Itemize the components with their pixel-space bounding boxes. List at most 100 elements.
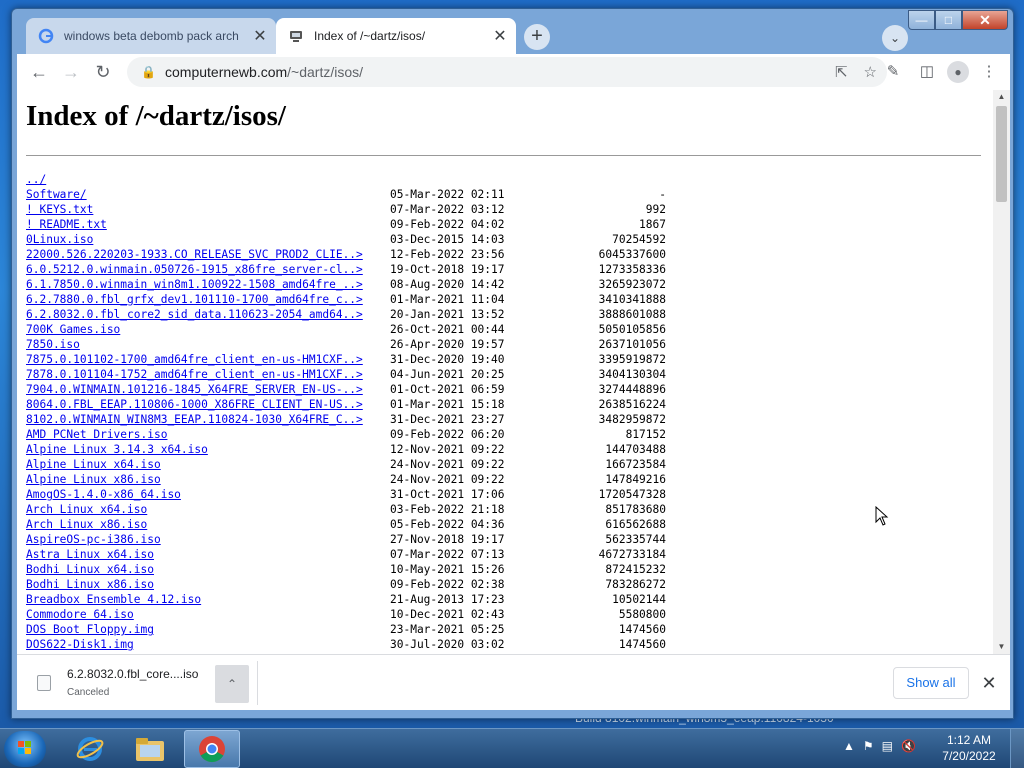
chrome-icon[interactable] bbox=[184, 730, 240, 768]
taskbar-clock[interactable]: 1:12 AM 7/20/2022 bbox=[934, 732, 1004, 764]
share-icon[interactable]: ⇱ bbox=[835, 63, 848, 81]
file-size: - bbox=[659, 188, 666, 201]
action-center-flag-icon[interactable]: ⚑ bbox=[863, 739, 874, 753]
file-link[interactable]: AMD PCNet Drivers.iso bbox=[26, 427, 167, 442]
url-host: computernewb.com bbox=[165, 64, 288, 80]
internet-explorer-icon[interactable] bbox=[62, 730, 118, 768]
network-icon[interactable]: ▤ bbox=[882, 739, 893, 753]
file-date: 09-Feb-2022 02:38 bbox=[390, 578, 505, 591]
file-link[interactable]: AspireOS-pc-i386.iso bbox=[26, 532, 161, 547]
file-size: 872415232 bbox=[605, 563, 666, 576]
file-link[interactable]: 6.0.5212.0.winmain.050726-1915_x86fre_se… bbox=[26, 262, 363, 277]
show-desktop-button[interactable] bbox=[1010, 729, 1024, 768]
file-date: 27-Nov-2018 19:17 bbox=[390, 533, 505, 546]
list-item: Bodhi Linux x86.iso 09-Feb-2022 02:38 7832… bbox=[26, 577, 666, 592]
file-link[interactable]: 6.1.7850.0.winmain_win8m1.100922-1508_am… bbox=[26, 277, 363, 292]
file-size: 70254592 bbox=[612, 233, 666, 246]
file-date: 12-Nov-2021 09:22 bbox=[390, 443, 505, 456]
list-item: ! README.txt 09-Feb-2022 04:02 1867 bbox=[26, 217, 666, 232]
url-path: /~dartz/isos/ bbox=[287, 64, 364, 80]
start-button[interactable] bbox=[4, 731, 46, 767]
list-item: 8064.0.FBL_EEAP.110806-1000_X86FRE_CLIEN… bbox=[26, 397, 666, 412]
tab-title: Index of /~dartz/isos/ bbox=[314, 29, 426, 43]
forward-button[interactable]: → bbox=[55, 56, 87, 88]
file-date: 09-Feb-2022 06:20 bbox=[390, 428, 505, 441]
file-link[interactable]: 700K Games.iso bbox=[26, 322, 120, 337]
divider bbox=[26, 155, 981, 156]
new-tab-button[interactable]: + bbox=[524, 24, 550, 50]
side-panel-icon[interactable]: ◫ bbox=[913, 56, 941, 88]
taskbar: ▲ ⚑ ▤ 🔇 1:12 AM 7/20/2022 bbox=[0, 728, 1024, 768]
scrollbar-thumb[interactable] bbox=[996, 106, 1007, 202]
file-date: 01-Oct-2021 06:59 bbox=[390, 383, 505, 396]
tab-windows-beta[interactable]: windows beta debomb pack arch ✕ bbox=[26, 18, 276, 54]
file-link[interactable]: 7875.0.101102-1700_amd64fre_client_en-us… bbox=[26, 352, 363, 367]
file-link[interactable]: Alpine Linux 3.14.3 x64.iso bbox=[26, 442, 208, 457]
file-link[interactable]: ! KEYS.txt bbox=[26, 202, 93, 217]
vertical-scrollbar[interactable]: ▲ ▼ bbox=[993, 90, 1010, 654]
file-date: 26-Apr-2020 19:57 bbox=[390, 338, 505, 351]
divider bbox=[257, 661, 258, 705]
download-item[interactable]: 6.2.8032.0.fbl_core....iso Canceled ⌃ bbox=[27, 661, 255, 705]
extensions-icon[interactable]: ✎ bbox=[879, 56, 907, 88]
scroll-down-arrow-icon[interactable]: ▼ bbox=[993, 640, 1010, 654]
file-link[interactable]: Alpine Linux x86.iso bbox=[26, 472, 161, 487]
bookmark-star-icon[interactable]: ☆ bbox=[864, 63, 877, 81]
show-all-button[interactable]: Show all bbox=[893, 667, 969, 699]
file-size: 166723584 bbox=[605, 458, 666, 471]
chevron-up-icon[interactable]: ⌃ bbox=[215, 665, 249, 703]
file-link[interactable]: 8064.0.FBL_EEAP.110806-1000_X86FRE_CLIEN… bbox=[26, 397, 363, 412]
file-link[interactable]: Alpine Linux x64.iso bbox=[26, 457, 161, 472]
file-link[interactable]: DOS Boot Floppy.img bbox=[26, 622, 154, 637]
address-bar[interactable]: 🔒 computernewb.com/~dartz/isos/ ⇱ ☆ bbox=[127, 57, 887, 87]
reload-button[interactable]: ↻ bbox=[87, 56, 119, 88]
file-size: 3395919872 bbox=[598, 353, 666, 366]
list-item: ! KEYS.txt 07-Mar-2022 03:12 992 bbox=[26, 202, 666, 217]
file-date: 24-Nov-2021 09:22 bbox=[390, 458, 505, 471]
file-link[interactable]: ../ bbox=[26, 172, 46, 187]
file-listing: ../Software/05-Mar-2022 02:11-! KEYS.txt… bbox=[26, 172, 666, 652]
volume-muted-icon[interactable]: 🔇 bbox=[901, 739, 916, 753]
scroll-up-arrow-icon[interactable]: ▲ bbox=[993, 90, 1010, 104]
file-date: 10-Dec-2021 02:43 bbox=[390, 608, 505, 621]
file-link[interactable]: DOS622-Disk1.img bbox=[26, 637, 134, 652]
list-item: 6.2.8032.0.fbl_core2_sid_data.110623-205… bbox=[26, 307, 666, 322]
file-link[interactable]: Astra Linux x64.iso bbox=[26, 547, 154, 562]
menu-kebab-icon[interactable]: ⋮ bbox=[975, 56, 1003, 88]
file-explorer-icon[interactable] bbox=[122, 730, 178, 768]
file-size: 817152 bbox=[625, 428, 666, 441]
close-tab-icon[interactable]: ✕ bbox=[248, 26, 272, 46]
file-link[interactable]: Arch Linux x86.iso bbox=[26, 517, 147, 532]
file-size: 3404130304 bbox=[598, 368, 666, 381]
file-link[interactable]: 7850.iso bbox=[26, 337, 80, 352]
file-link[interactable]: 6.2.7880.0.fbl_grfx_dev1.101110-1700_amd… bbox=[26, 292, 363, 307]
file-link[interactable]: Arch Linux x64.iso bbox=[26, 502, 147, 517]
file-link[interactable]: Software/ bbox=[26, 187, 87, 202]
file-link[interactable]: 8102.0.WINMAIN_WIN8M3_EEAP.110824-1030_X… bbox=[26, 412, 363, 427]
tab-search-button[interactable]: ⌄ bbox=[882, 25, 908, 51]
file-link[interactable]: 7878.0.101104-1752_amd64fre_client_en-us… bbox=[26, 367, 363, 382]
file-link[interactable]: AmogOS-1.4.0-x86_64.iso bbox=[26, 487, 181, 502]
tab-index-of-isos[interactable]: Index of /~dartz/isos/ ✕ bbox=[276, 18, 516, 54]
file-link[interactable]: Commodore 64.iso bbox=[26, 607, 134, 622]
back-button[interactable]: ← bbox=[23, 56, 55, 88]
list-item: ../ bbox=[26, 172, 666, 187]
file-link[interactable]: Breadbox Ensemble 4.12.iso bbox=[26, 592, 201, 607]
file-link[interactable]: Bodhi Linux x86.iso bbox=[26, 577, 154, 592]
close-download-bar-icon[interactable]: ✕ bbox=[977, 669, 1001, 697]
site-favicon-icon bbox=[288, 28, 304, 44]
file-size: 10502144 bbox=[612, 593, 666, 606]
file-link[interactable]: ! README.txt bbox=[26, 217, 107, 232]
page-content: Index of /~dartz/isos/ ../Software/05-Ma… bbox=[17, 90, 993, 654]
file-link[interactable]: 7904.0.WINMAIN.101216-1845_X64FRE_SERVER… bbox=[26, 382, 363, 397]
mouse-cursor-icon bbox=[875, 506, 889, 526]
file-date: 09-Feb-2022 04:02 bbox=[390, 218, 505, 231]
file-link[interactable]: 6.2.8032.0.fbl_core2_sid_data.110623-205… bbox=[26, 307, 363, 322]
profile-avatar[interactable]: ● bbox=[947, 61, 969, 83]
close-tab-icon[interactable]: ✕ bbox=[488, 26, 512, 46]
file-date: 01-Mar-2021 11:04 bbox=[390, 293, 505, 306]
file-link[interactable]: 0Linux.iso bbox=[26, 232, 93, 247]
file-link[interactable]: Bodhi Linux x64.iso bbox=[26, 562, 154, 577]
show-hidden-icons-icon[interactable]: ▲ bbox=[843, 739, 855, 753]
file-link[interactable]: 22000.526.220203-1933.CO_RELEASE_SVC_PRO… bbox=[26, 247, 363, 262]
